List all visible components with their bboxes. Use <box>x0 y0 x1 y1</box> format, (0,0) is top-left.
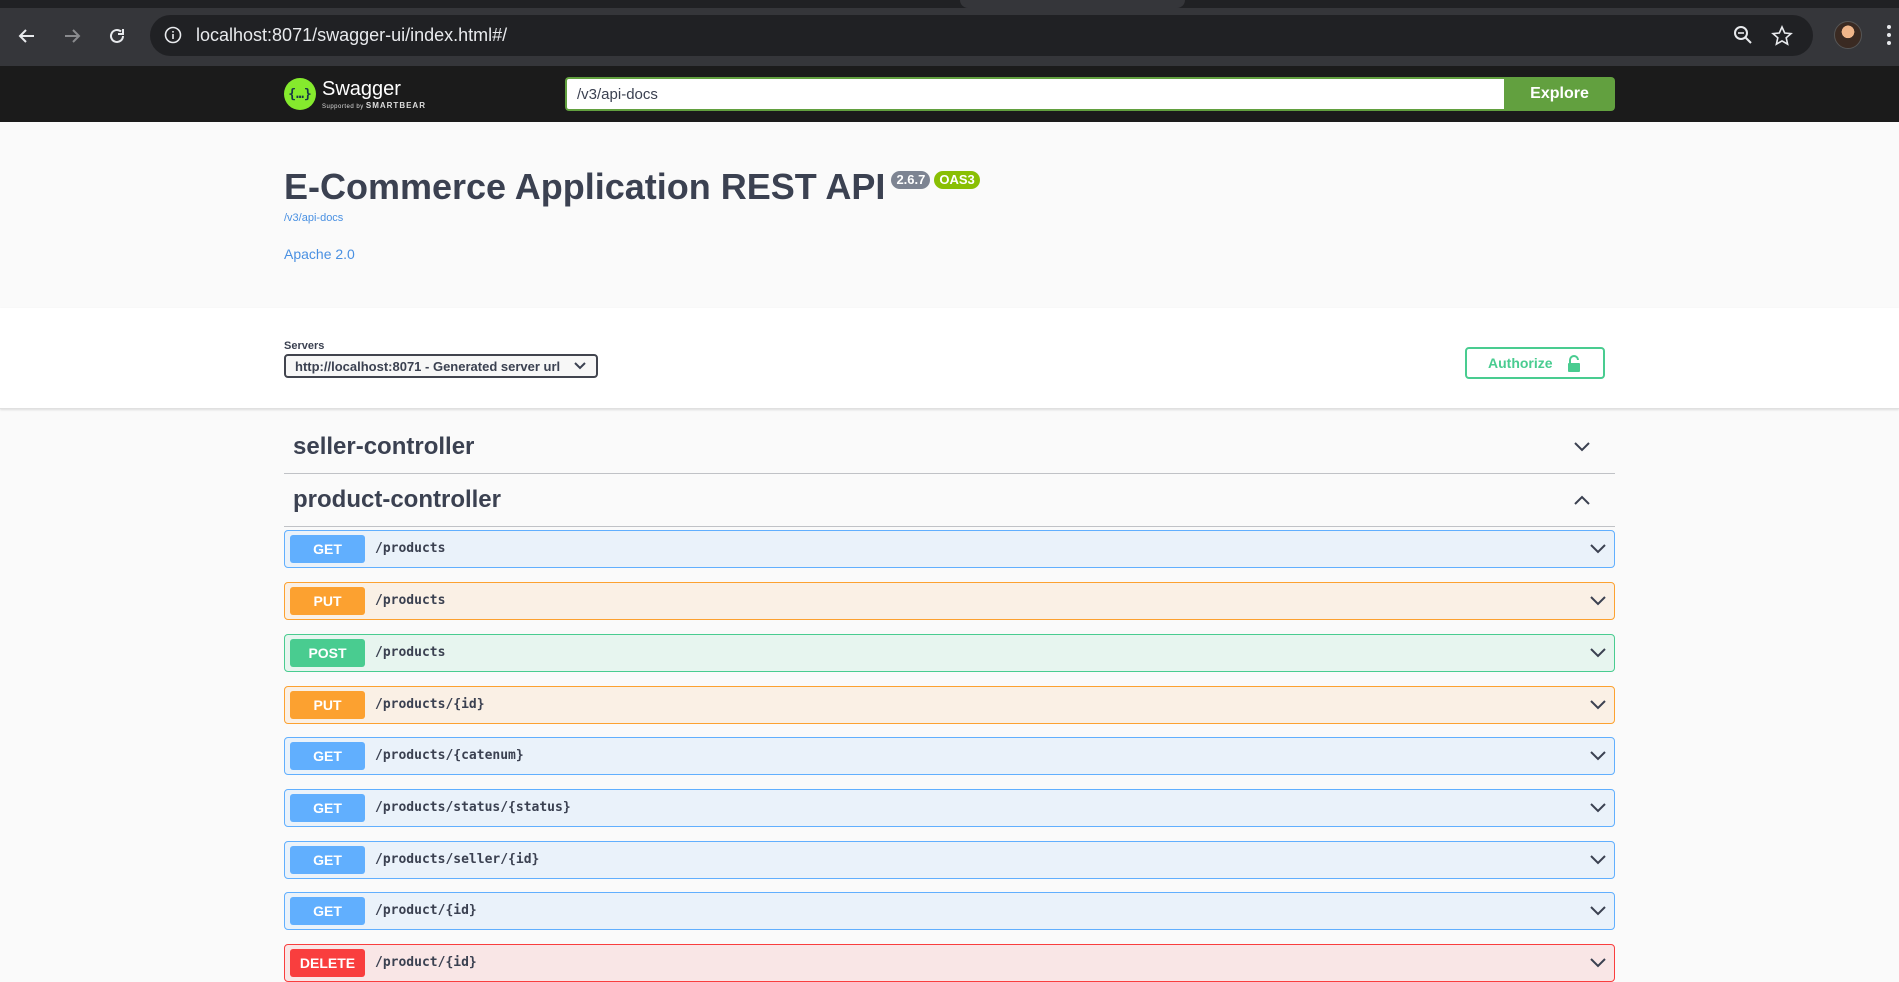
method-badge: POST <box>290 639 365 667</box>
operation-get-products[interactable]: GET /products <box>284 530 1615 568</box>
swagger-logo-text: Swagger Supported by SMARTBEAR <box>322 79 426 110</box>
servers-selected-value: http://localhost:8071 - Generated server… <box>295 358 561 374</box>
operation-path: /products/{id} <box>375 697 485 712</box>
url-text[interactable]: localhost:8071/swagger-ui/index.html#/ <box>196 15 507 56</box>
logo-subtitle: Supported by SMARTBEAR <box>322 101 426 110</box>
explore-form: Explore <box>565 77 1615 111</box>
back-button[interactable] <box>11 20 43 52</box>
operation-path: /product/{id} <box>375 955 477 970</box>
servers-select[interactable]: http://localhost:8071 - Generated server… <box>284 354 598 378</box>
operation-delete-product-id[interactable]: DELETE /product/{id} <box>284 944 1615 982</box>
chevron-down-icon[interactable] <box>1590 700 1606 710</box>
swagger-topbar: {…} Swagger Supported by SMARTBEAR Explo… <box>0 66 1899 122</box>
swagger-logo[interactable]: {…} Swagger Supported by SMARTBEAR <box>284 75 426 113</box>
page-title: E-Commerce Application REST API <box>284 166 886 207</box>
tab-strip <box>0 0 1899 8</box>
chevron-down-icon <box>574 362 586 370</box>
api-info: E-Commerce Application REST API 2.6.7 OA… <box>0 122 1899 308</box>
authorize-label: Authorize <box>1488 355 1553 371</box>
bookmark-star-icon[interactable] <box>1771 25 1793 47</box>
reload-icon <box>110 28 124 43</box>
arrow-left-icon <box>18 29 34 43</box>
license-link[interactable]: Apache 2.0 <box>284 246 355 262</box>
chevron-down-icon[interactable] <box>1590 958 1606 968</box>
logo-supported-by: Supported by <box>322 103 364 110</box>
operation-path: /products <box>375 541 446 556</box>
authorize-button[interactable]: Authorize <box>1465 347 1605 379</box>
zoom-icon[interactable] <box>1733 25 1753 45</box>
spec-url-link[interactable]: /v3/api-docs <box>284 212 343 224</box>
operation-get-products-catenum[interactable]: GET /products/{catenum} <box>284 737 1615 775</box>
title-row: E-Commerce Application REST API 2.6.7 OA… <box>284 166 980 208</box>
servers-label: Servers <box>284 340 325 352</box>
operation-get-products-status[interactable]: GET /products/status/{status} <box>284 789 1615 827</box>
operation-path: /products/seller/{id} <box>375 852 540 867</box>
info-icon[interactable] <box>164 26 182 44</box>
profile-avatar[interactable] <box>1834 21 1862 49</box>
spec-url-input[interactable] <box>565 77 1504 111</box>
forward-button[interactable] <box>56 20 88 52</box>
method-badge: GET <box>290 846 365 874</box>
method-badge: GET <box>290 897 365 925</box>
chevron-down-icon[interactable] <box>1573 441 1591 453</box>
tag-seller-controller[interactable]: seller-controller <box>284 421 1615 474</box>
operation-path: /products/status/{status} <box>375 800 571 815</box>
operation-get-products-seller-id[interactable]: GET /products/seller/{id} <box>284 841 1615 879</box>
chevron-down-icon[interactable] <box>1590 906 1606 916</box>
chevron-up-icon[interactable] <box>1573 494 1591 506</box>
operation-put-products[interactable]: PUT /products <box>284 582 1615 620</box>
operation-put-products-id[interactable]: PUT /products/{id} <box>284 686 1615 724</box>
reload-button[interactable] <box>101 20 133 52</box>
servers-section: Servers http://localhost:8071 - Generate… <box>0 308 1899 409</box>
chevron-down-icon[interactable] <box>1590 751 1606 761</box>
operation-post-products[interactable]: POST /products <box>284 634 1615 672</box>
operation-path: /products <box>375 645 446 660</box>
method-badge: PUT <box>290 691 365 719</box>
active-tab[interactable] <box>960 0 1185 8</box>
tag-name: product-controller <box>293 486 501 513</box>
logo-title: Swagger <box>322 77 401 100</box>
chevron-down-icon[interactable] <box>1590 803 1606 813</box>
more-vert-icon[interactable] <box>1884 22 1894 48</box>
lock-icon <box>1568 355 1580 372</box>
swagger-logo-icon: {…} <box>284 78 316 110</box>
chevron-down-icon[interactable] <box>1590 855 1606 865</box>
method-badge: GET <box>290 794 365 822</box>
address-bar[interactable]: localhost:8071/swagger-ui/index.html#/ <box>150 15 1813 56</box>
method-badge: PUT <box>290 587 365 615</box>
operation-get-product-id[interactable]: GET /product/{id} <box>284 892 1615 930</box>
operation-path: /products <box>375 593 446 608</box>
chevron-down-icon[interactable] <box>1590 544 1606 554</box>
logo-brand: SMARTBEAR <box>365 100 426 110</box>
method-badge: GET <box>290 535 365 563</box>
operation-path: /products/{catenum} <box>375 748 524 763</box>
browser-toolbar: localhost:8071/swagger-ui/index.html#/ <box>0 0 1899 66</box>
tag-name: seller-controller <box>293 433 475 460</box>
explore-button[interactable]: Explore <box>1504 77 1615 111</box>
operation-path: /product/{id} <box>375 903 477 918</box>
version-badge: 2.6.7 <box>891 171 931 189</box>
arrow-right-icon <box>65 29 81 43</box>
oas-badge: OAS3 <box>934 171 980 189</box>
chevron-down-icon[interactable] <box>1590 596 1606 606</box>
chevron-down-icon[interactable] <box>1590 648 1606 658</box>
tag-product-controller[interactable]: product-controller <box>284 474 1615 527</box>
method-badge: DELETE <box>290 949 365 977</box>
method-badge: GET <box>290 742 365 770</box>
